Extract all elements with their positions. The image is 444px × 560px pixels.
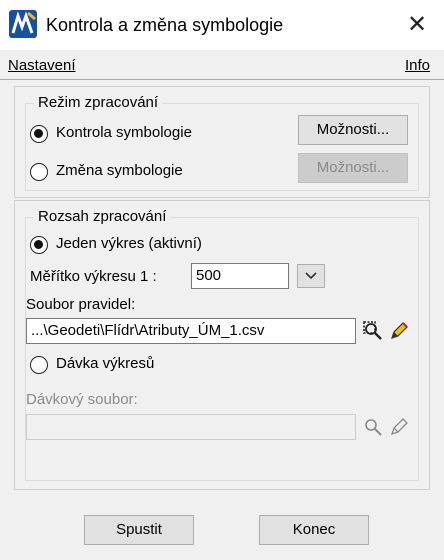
- processing-scope-panel: Rozsah zpracování Jeden výkres (aktivní)…: [14, 200, 430, 490]
- microstation-icon: [9, 10, 37, 38]
- menu-bar: Nastavení Info: [0, 50, 444, 80]
- menu-info[interactable]: Info: [405, 57, 430, 74]
- window-title: Kontrola a změna symbologie: [46, 15, 284, 35]
- options-button-disabled: Možnosti...: [298, 153, 408, 183]
- end-button[interactable]: Konec: [259, 515, 369, 545]
- radio-batch-drawings-label[interactable]: Dávka výkresů: [56, 355, 154, 372]
- radio-change-symbology-label[interactable]: Změna symbologie: [56, 162, 183, 179]
- radio-check-symbology-label[interactable]: Kontrola symbologie: [56, 124, 192, 141]
- radio-change-symbology[interactable]: [30, 163, 48, 181]
- options-button[interactable]: Možnosti...: [298, 115, 408, 145]
- rules-file-field[interactable]: ...\Geodeti\Flídr\Atributy_ÚM_1.csv: [26, 318, 356, 344]
- radio-check-symbology[interactable]: [30, 125, 48, 143]
- processing-scope-group: Rozsah zpracování Jeden výkres (aktivní)…: [25, 208, 419, 481]
- rules-file-label: Soubor pravidel:: [26, 296, 136, 313]
- search-icon: [365, 419, 382, 436]
- run-button[interactable]: Spustit: [84, 515, 194, 545]
- menu-settings-label: Nastavení: [8, 57, 76, 74]
- menu-settings[interactable]: Nastavení: [8, 57, 76, 74]
- processing-mode-title: Režim zpracování: [34, 94, 163, 111]
- scale-field[interactable]: 500: [191, 263, 289, 289]
- close-button[interactable]: ✕: [400, 10, 434, 40]
- radio-batch-drawings[interactable]: [30, 356, 48, 374]
- processing-scope-title: Rozsah zpracování: [34, 208, 171, 225]
- processing-mode-panel: Režim zpracování Kontrola symbologie Mož…: [14, 86, 430, 198]
- menu-info-label: Info: [404, 57, 430, 74]
- pencil-icon: [390, 418, 408, 436]
- radio-single-drawing-label[interactable]: Jeden výkres (aktivní): [56, 235, 202, 252]
- radio-single-drawing[interactable]: [30, 236, 48, 254]
- scale-dropdown-button[interactable]: [297, 264, 325, 288]
- scale-label: Měřítko výkresu 1 :: [30, 268, 157, 285]
- batch-file-field: [26, 414, 356, 440]
- chevron-down-icon: [305, 272, 317, 280]
- search-icon[interactable]: [362, 320, 384, 342]
- title-bar: Kontrola a změna symbologie ✕: [0, 0, 444, 50]
- batch-file-label: Dávkový soubor:: [26, 391, 138, 408]
- pencil-icon[interactable]: [388, 320, 410, 342]
- processing-mode-group: Režim zpracování Kontrola symbologie Mož…: [25, 94, 419, 191]
